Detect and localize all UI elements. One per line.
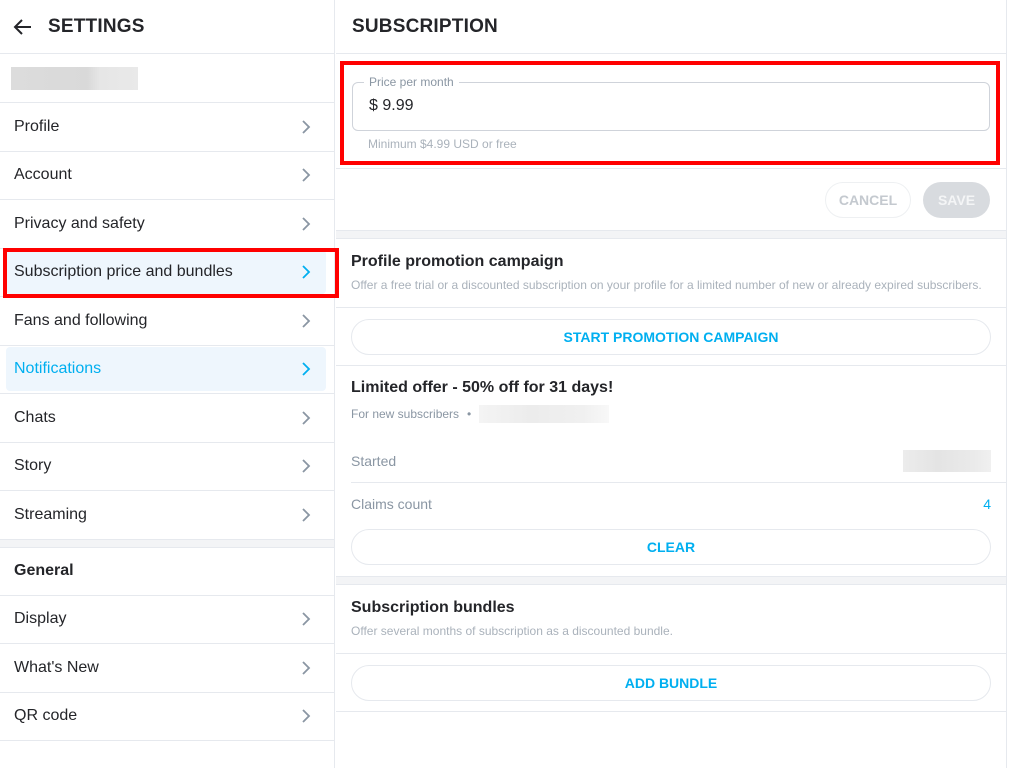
clear-button[interactable]: CLEAR	[351, 529, 991, 565]
price-per-month-field[interactable]: Price per month $ 9.99	[352, 75, 990, 131]
sidebar-item-label: What's New	[14, 658, 99, 676]
chevron-right-icon	[300, 611, 312, 627]
claims-row: Claims count 4	[336, 483, 1006, 525]
sidebar-header: SETTINGS	[0, 0, 334, 54]
bundles-title: Subscription bundles	[351, 599, 515, 616]
sidebar-title: SETTINGS	[48, 15, 145, 37]
started-label: Started	[351, 452, 397, 469]
sidebar-item-story[interactable]: Story	[0, 443, 334, 491]
sidebar-item-chats[interactable]: Chats	[0, 394, 334, 443]
offer-audience: For new subscribers	[351, 407, 460, 421]
sidebar-item-label: Streaming	[14, 505, 87, 523]
section-divider	[336, 577, 1006, 585]
sidebar-item-privacy[interactable]: Privacy and safety	[0, 200, 334, 249]
chevron-right-icon	[300, 660, 312, 676]
chevron-right-icon	[300, 216, 312, 232]
subscription-panel: SUBSCRIPTION Price per month $ 9.99 Mini…	[336, 0, 1007, 768]
separator-dot: •	[467, 407, 472, 421]
promotion-button-row: START PROMOTION CAMPAIGN	[336, 308, 1006, 366]
sidebar-item-subscription[interactable]: Subscription price and bundles	[6, 250, 326, 295]
limited-offer: Limited offer - 50% off for 31 days! For…	[336, 366, 1006, 423]
clear-button-row: CLEAR	[336, 525, 1006, 577]
cancel-button[interactable]: CANCEL	[825, 181, 911, 218]
chevron-right-icon	[300, 361, 312, 377]
section-divider	[0, 539, 334, 548]
save-button[interactable]: SAVE	[923, 181, 990, 218]
sidebar-item-subscription-wrap: Subscription price and bundles	[0, 249, 334, 297]
sidebar-item-qr-code[interactable]: QR code	[0, 693, 334, 741]
main-header: SUBSCRIPTION	[336, 0, 1006, 54]
redacted-username	[11, 66, 138, 90]
user-name-row	[0, 54, 334, 103]
chevron-right-icon	[300, 167, 312, 183]
claims-label: Claims count	[351, 496, 432, 512]
form-actions: CANCEL SAVE	[336, 169, 1006, 231]
section-divider	[336, 231, 1006, 239]
sidebar-item-label: Profile	[14, 117, 60, 135]
settings-sidebar: SETTINGS Profile Account Privacy and saf…	[0, 0, 335, 768]
chevron-right-icon	[300, 458, 312, 474]
promotion-section-header: Profile promotion campaign Offer a free …	[336, 239, 1006, 308]
sidebar-item-label: Fans and following	[14, 311, 148, 329]
promotion-title: Profile promotion campaign	[351, 253, 564, 270]
sidebar-item-notifications-wrap: Notifications	[0, 346, 334, 394]
sidebar-item-notifications[interactable]: Notifications	[6, 347, 326, 392]
sidebar-item-label: Subscription price and bundles	[14, 263, 233, 281]
claims-count[interactable]: 4	[983, 496, 991, 512]
offer-audience-row: For new subscribers •	[351, 405, 991, 423]
sidebar-item-account[interactable]: Account	[0, 152, 334, 200]
chevron-right-icon	[300, 119, 312, 135]
start-promotion-button[interactable]: START PROMOTION CAMPAIGN	[351, 318, 991, 355]
redacted-offer-date	[479, 405, 610, 423]
sidebar-item-label: QR code	[14, 707, 78, 725]
sidebar-item-whats-new[interactable]: What's New	[0, 644, 334, 693]
chevron-right-icon	[300, 313, 312, 329]
price-section: Price per month $ 9.99 Minimum $4.99 USD…	[336, 54, 1006, 169]
chevron-right-icon	[300, 410, 312, 426]
sidebar-item-fans[interactable]: Fans and following	[0, 297, 334, 346]
page-title: SUBSCRIPTION	[352, 15, 498, 37]
sidebar-item-label: Story	[14, 457, 52, 475]
bundles-description: Offer several months of subscription as …	[351, 624, 673, 638]
redacted-started-value	[903, 449, 991, 472]
promotion-description: Offer a free trial or a discounted subsc…	[351, 278, 982, 292]
offer-title: Limited offer - 50% off for 31 days!	[351, 379, 614, 396]
general-section-title: General	[0, 548, 334, 596]
sidebar-item-profile[interactable]: Profile	[0, 103, 334, 152]
sidebar-item-label: Account	[14, 166, 72, 184]
sidebar-item-label: Privacy and safety	[14, 214, 145, 232]
chevron-right-icon	[300, 264, 312, 280]
sidebar-item-label: Notifications	[14, 360, 102, 378]
started-row: Started	[351, 423, 1006, 483]
chevron-right-icon	[300, 708, 312, 724]
price-input[interactable]: $ 9.99	[369, 97, 413, 114]
arrow-left-icon[interactable]	[12, 16, 34, 38]
price-hint: Minimum $4.99 USD or free	[368, 137, 517, 151]
sidebar-item-label: Display	[14, 610, 67, 628]
price-field-label: Price per month	[364, 75, 459, 89]
sidebar-item-streaming[interactable]: Streaming	[0, 491, 334, 540]
bundles-section-header: Subscription bundles Offer several month…	[336, 585, 1006, 654]
sidebar-item-label: Chats	[14, 408, 56, 426]
bundles-button-row: ADD BUNDLE	[336, 654, 1006, 712]
sidebar-item-display[interactable]: Display	[0, 596, 334, 644]
chevron-right-icon	[300, 507, 312, 523]
add-bundle-button[interactable]: ADD BUNDLE	[351, 664, 991, 701]
